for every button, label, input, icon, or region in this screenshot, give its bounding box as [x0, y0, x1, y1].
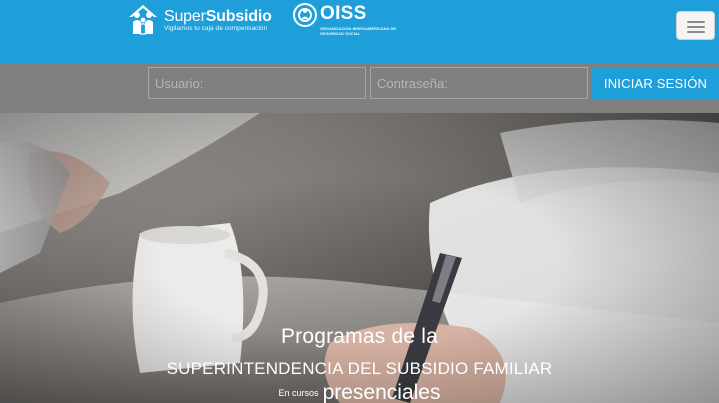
hero-tagline: En cursos presenciales [0, 381, 719, 403]
menu-toggle-button[interactable] [676, 11, 715, 40]
partner-subtitle: ORGANIZACIÓN IBEROAMERICANA DE SEGURIDAD… [320, 26, 397, 36]
login-bar: INICIAR SESIÓN [0, 63, 719, 113]
hero-tagline-prefix: En cursos [278, 388, 319, 398]
partner-name: OISS [320, 3, 367, 24]
password-input[interactable] [370, 67, 588, 99]
family-logo-icon [129, 5, 157, 35]
username-input[interactable] [148, 67, 366, 99]
oiss-logo[interactable]: OISS ORGANIZACIÓN IBEROAMERICANA DE SEGU… [293, 2, 400, 36]
login-button[interactable]: INICIAR SESIÓN [592, 67, 719, 99]
hero-title: Programas de la [280, 325, 439, 348]
supersubsidio-logo[interactable]: SuperSubsidio Vigilamos tu caja de compe… [126, 2, 272, 42]
oiss-emblem-icon [293, 3, 317, 27]
brand-tagline: Vigilamos tu caja de compensación [164, 25, 268, 32]
brand-name: SuperSubsidio [164, 8, 272, 25]
hero-subtitle: SUPERINTENDENCIA DEL SUBSIDIO FAMILIAR [166, 359, 553, 378]
hero-tagline-main: presenciales [322, 381, 441, 403]
hero-banner: Programas de la SUPERINTENDENCIA DEL SUB… [0, 113, 719, 403]
top-header: SuperSubsidio Vigilamos tu caja de compe… [0, 0, 719, 63]
